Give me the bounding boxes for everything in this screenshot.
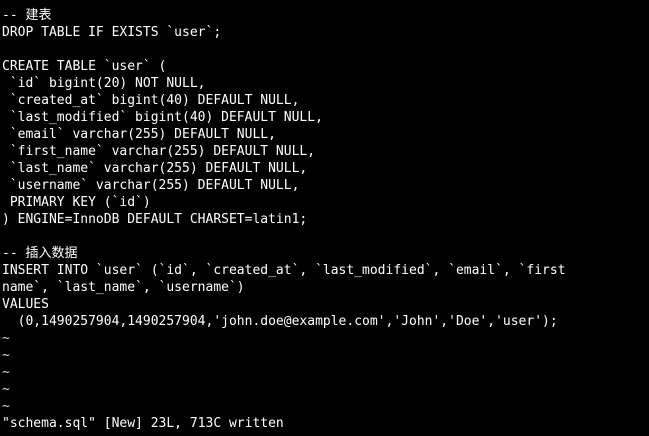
code-line: `last_name` varchar(255) DEFAULT NULL,: [2, 161, 308, 176]
empty-line-marker: ~: [2, 348, 10, 363]
code-line: CREATE TABLE `user` (: [2, 59, 167, 74]
code-line: -- 建表: [2, 8, 52, 23]
code-line: name`, `last_name`, `username`): [2, 280, 245, 295]
code-line: (0,1490257904,1490257904,'john.doe@examp…: [2, 314, 558, 329]
empty-line-marker: ~: [2, 399, 10, 414]
empty-line-marker: ~: [2, 382, 10, 397]
empty-line-marker: ~: [2, 331, 10, 346]
empty-line-marker: ~: [2, 365, 10, 380]
code-line: INSERT INTO `user` (`id`, `created_at`, …: [2, 263, 566, 278]
status-line: "schema.sql" [New] 23L, 713C written: [2, 416, 284, 431]
code-line: ) ENGINE=InnoDB DEFAULT CHARSET=latin1;: [2, 212, 308, 227]
code-line: DROP TABLE IF EXISTS `user`;: [2, 25, 222, 40]
code-line: `email` varchar(255) DEFAULT NULL,: [2, 127, 276, 142]
code-line: `first_name` varchar(255) DEFAULT NULL,: [2, 144, 316, 159]
code-line: PRIMARY KEY (`id`): [2, 195, 151, 210]
code-line: `last_modified` bigint(40) DEFAULT NULL,: [2, 110, 323, 125]
terminal-window[interactable]: -- 建表 DROP TABLE IF EXISTS `user`; CREAT…: [0, 0, 649, 436]
code-line: `created_at` bigint(40) DEFAULT NULL,: [2, 93, 300, 108]
code-line: `id` bigint(20) NOT NULL,: [2, 76, 206, 91]
code-line: VALUES: [2, 297, 49, 312]
code-line: `username` varchar(255) DEFAULT NULL,: [2, 178, 300, 193]
code-line: -- 插入数据: [2, 246, 78, 261]
